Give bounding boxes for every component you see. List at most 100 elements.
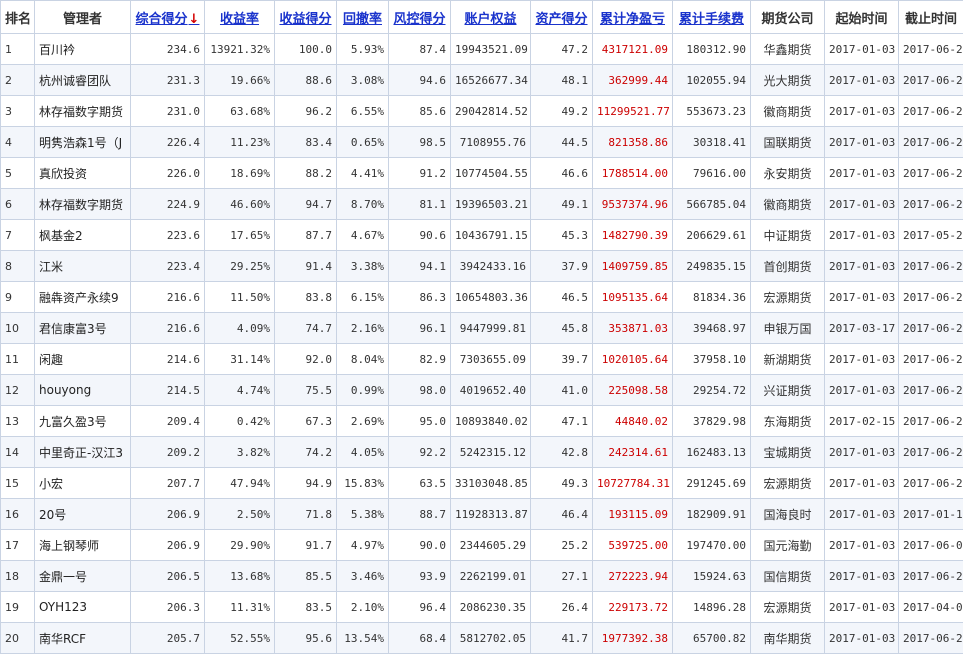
manager-link[interactable]: 九富久盈3号 [35,406,131,437]
sort-by-score[interactable]: 综合得分↓ [131,1,205,34]
company-cell: 中证期货 [751,220,825,251]
drawdown-cell: 0.99% [337,375,389,406]
start-date-cell: 2017-01-03 [825,375,899,406]
table-row[interactable]: 17海上钢琴师206.929.90%91.74.97%90.02344605.2… [1,530,963,561]
manager-link[interactable]: 融犇资产永续9 [35,282,131,313]
score-cell: 209.2 [131,437,205,468]
asset-score-cell: 47.2 [531,34,593,65]
table-row[interactable]: 1620号206.92.50%71.85.38%88.711928313.874… [1,499,963,530]
rank-cell: 10 [1,313,35,344]
risk-score-cell: 86.3 [389,282,451,313]
company-cell: 申银万国 [751,313,825,344]
table-row[interactable]: 3林存福数字期货231.063.68%96.26.55%85.629042814… [1,96,963,127]
fees-cell: 14896.28 [673,592,751,623]
risk-score-cell: 96.4 [389,592,451,623]
net-pnl-cell: 1095135.64 [593,282,673,313]
manager-link[interactable]: 明隽浩森1号（J [35,127,131,158]
rank-cell: 5 [1,158,35,189]
table-row[interactable]: 20南华RCF205.752.55%95.613.54%68.45812702.… [1,623,963,654]
start-date-cell: 2017-01-03 [825,437,899,468]
company-cell: 国元海勤 [751,530,825,561]
equity-cell: 2086230.35 [451,592,531,623]
manager-link[interactable]: OYH123 [35,592,131,623]
sort-by-fees[interactable]: 累计手续费 [673,1,751,34]
score-cell: 226.4 [131,127,205,158]
end-date-cell: 2017-04-07 [899,592,963,623]
table-row[interactable]: 8江米223.429.25%91.43.38%94.13942433.1637.… [1,251,963,282]
table-row[interactable]: 7枫基金2223.617.65%87.74.67%90.610436791.15… [1,220,963,251]
col-header-company: 期货公司 [751,1,825,34]
manager-link[interactable]: 20号 [35,499,131,530]
risk-score-cell: 85.6 [389,96,451,127]
manager-link[interactable]: 海上钢琴师 [35,530,131,561]
table-row[interactable]: 4明隽浩森1号（J226.411.23%83.40.65%98.57108955… [1,127,963,158]
manager-link[interactable]: 枫基金2 [35,220,131,251]
manager-link[interactable]: 金鼎一号 [35,561,131,592]
table-row[interactable]: 10君信康富3号216.64.09%74.72.16%96.19447999.8… [1,313,963,344]
table-row[interactable]: 18金鼎一号206.513.68%85.53.46%93.92262199.01… [1,561,963,592]
manager-link[interactable]: 闲趣 [35,344,131,375]
manager-link[interactable]: 真欣投资 [35,158,131,189]
table-row[interactable]: 6林存福数字期货224.946.60%94.78.70%81.119396503… [1,189,963,220]
table-header-row: 排名 管理者 综合得分↓ 收益率 收益得分 回撤率 风控得分 账户权益 资产得分… [1,1,963,34]
fees-cell: 566785.04 [673,189,751,220]
manager-link[interactable]: 君信康富3号 [35,313,131,344]
fees-cell: 29254.72 [673,375,751,406]
company-cell: 徽商期货 [751,96,825,127]
table-row[interactable]: 19OYH123206.311.31%83.52.10%96.42086230.… [1,592,963,623]
manager-link[interactable]: 小宏 [35,468,131,499]
asset-score-cell: 44.5 [531,127,593,158]
score-cell: 206.3 [131,592,205,623]
net-pnl-cell: 229173.72 [593,592,673,623]
company-cell: 徽商期货 [751,189,825,220]
table-row[interactable]: 2杭州诚睿团队231.319.66%88.63.08%94.616526677.… [1,65,963,96]
risk-score-cell: 88.7 [389,499,451,530]
table-row[interactable]: 13九富久盈3号209.40.42%67.32.69%95.010893840.… [1,406,963,437]
manager-link[interactable]: 百川衿 [35,34,131,65]
return-score-cell: 94.7 [275,189,337,220]
table-row[interactable]: 15小宏207.747.94%94.915.83%63.533103048.85… [1,468,963,499]
fees-cell: 81834.36 [673,282,751,313]
asset-score-cell: 49.3 [531,468,593,499]
start-date-cell: 2017-01-03 [825,499,899,530]
sort-by-net-pnl[interactable]: 累计净盈亏 [593,1,673,34]
table-row[interactable]: 1百川衿234.613921.32%100.05.93%87.419943521… [1,34,963,65]
return-score-cell: 74.2 [275,437,337,468]
company-cell: 新湖期货 [751,344,825,375]
table-row[interactable]: 12houyong214.54.74%75.50.99%98.04019652.… [1,375,963,406]
start-date-cell: 2017-01-03 [825,561,899,592]
sort-by-risk-score[interactable]: 风控得分 [389,1,451,34]
manager-link[interactable]: 林存福数字期货 [35,96,131,127]
equity-cell: 29042814.52 [451,96,531,127]
sort-by-return-score[interactable]: 收益得分 [275,1,337,34]
end-date-cell: 2017-06-21 [899,96,963,127]
manager-link[interactable]: houyong [35,375,131,406]
sort-by-equity[interactable]: 账户权益 [451,1,531,34]
return-rate-cell: 17.65% [205,220,275,251]
rank-cell: 2 [1,65,35,96]
return-score-cell: 74.7 [275,313,337,344]
rank-cell: 18 [1,561,35,592]
equity-cell: 5242315.12 [451,437,531,468]
manager-link[interactable]: 杭州诚睿团队 [35,65,131,96]
end-date-cell: 2017-06-09 [899,530,963,561]
start-date-cell: 2017-01-03 [825,530,899,561]
sort-by-asset-score[interactable]: 资产得分 [531,1,593,34]
manager-link[interactable]: 林存福数字期货 [35,189,131,220]
table-row[interactable]: 5真欣投资226.018.69%88.24.41%91.210774504.55… [1,158,963,189]
score-cell: 216.6 [131,313,205,344]
risk-score-cell: 94.6 [389,65,451,96]
manager-link[interactable]: 中里奇正-汉江3 [35,437,131,468]
fees-cell: 182909.91 [673,499,751,530]
table-row[interactable]: 9融犇资产永续9216.611.50%83.86.15%86.310654803… [1,282,963,313]
manager-link[interactable]: 江米 [35,251,131,282]
sort-by-drawdown[interactable]: 回撤率 [337,1,389,34]
end-date-cell: 2017-06-26 [899,623,963,654]
table-row[interactable]: 11闲趣214.631.14%92.08.04%82.97303655.0939… [1,344,963,375]
end-date-cell: 2017-06-26 [899,34,963,65]
end-date-cell: 2017-06-26 [899,65,963,96]
manager-link[interactable]: 南华RCF [35,623,131,654]
rank-cell: 20 [1,623,35,654]
sort-by-return-rate[interactable]: 收益率 [205,1,275,34]
table-row[interactable]: 14中里奇正-汉江3209.23.82%74.24.05%92.25242315… [1,437,963,468]
